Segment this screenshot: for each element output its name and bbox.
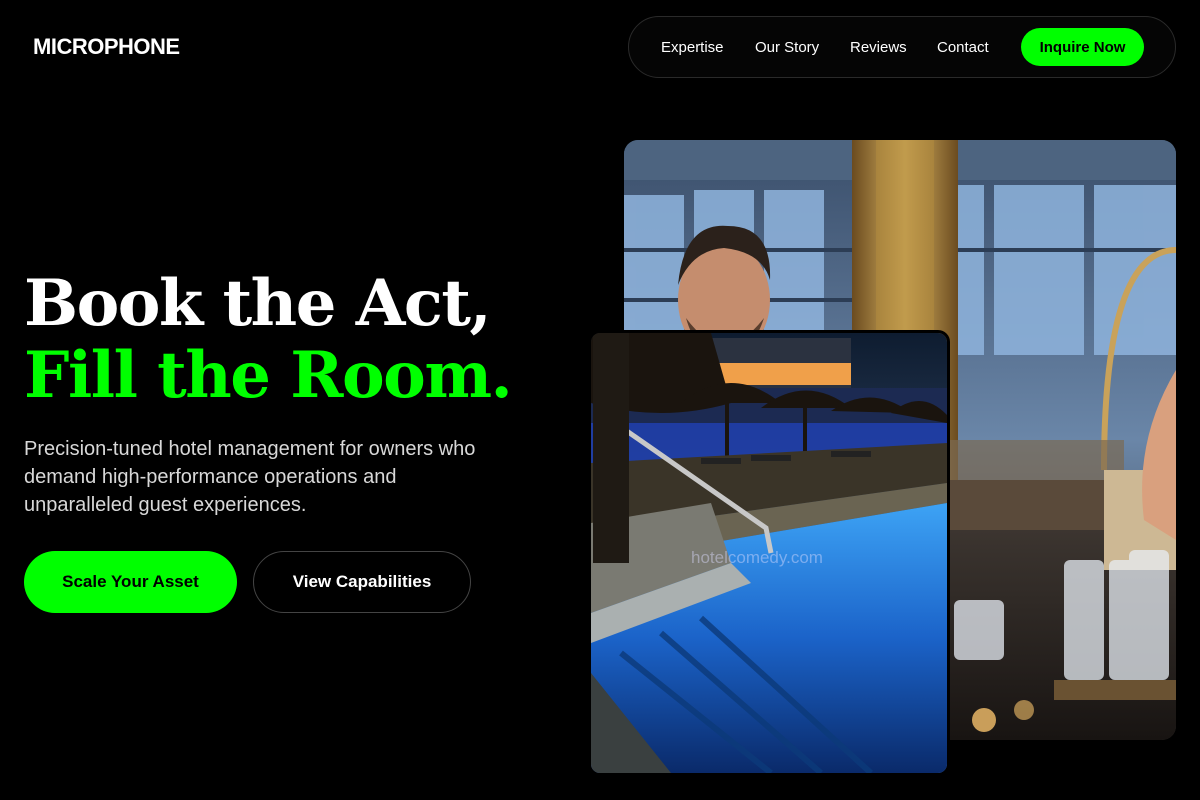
scale-your-asset-button[interactable]: Scale Your Asset bbox=[24, 551, 237, 613]
nav-link-reviews[interactable]: Reviews bbox=[850, 39, 907, 56]
headline-line-1: Book the Act, bbox=[24, 266, 492, 341]
hero-headline: Book the Act, Fill the Room. bbox=[24, 266, 513, 413]
watermark-text: hotelcomedy.com bbox=[691, 548, 823, 567]
hero-subtitle: Precision-tuned hotel management for own… bbox=[24, 438, 476, 516]
brand-logo[interactable]: MICROPHONE bbox=[33, 34, 180, 60]
view-capabilities-button[interactable]: View Capabilities bbox=[253, 551, 471, 613]
nav-link-contact[interactable]: Contact bbox=[937, 39, 989, 56]
inquire-now-button[interactable]: Inquire Now bbox=[1021, 28, 1144, 66]
nav-link-our-story[interactable]: Our Story bbox=[755, 39, 819, 56]
nav-link-expertise[interactable]: Expertise bbox=[661, 39, 724, 56]
pool-photo: hotelcomedy.com bbox=[588, 330, 950, 776]
headline-line-2: Fill the Room. bbox=[24, 338, 513, 413]
top-nav: Expertise Our Story Reviews Contact Inqu… bbox=[628, 16, 1176, 78]
